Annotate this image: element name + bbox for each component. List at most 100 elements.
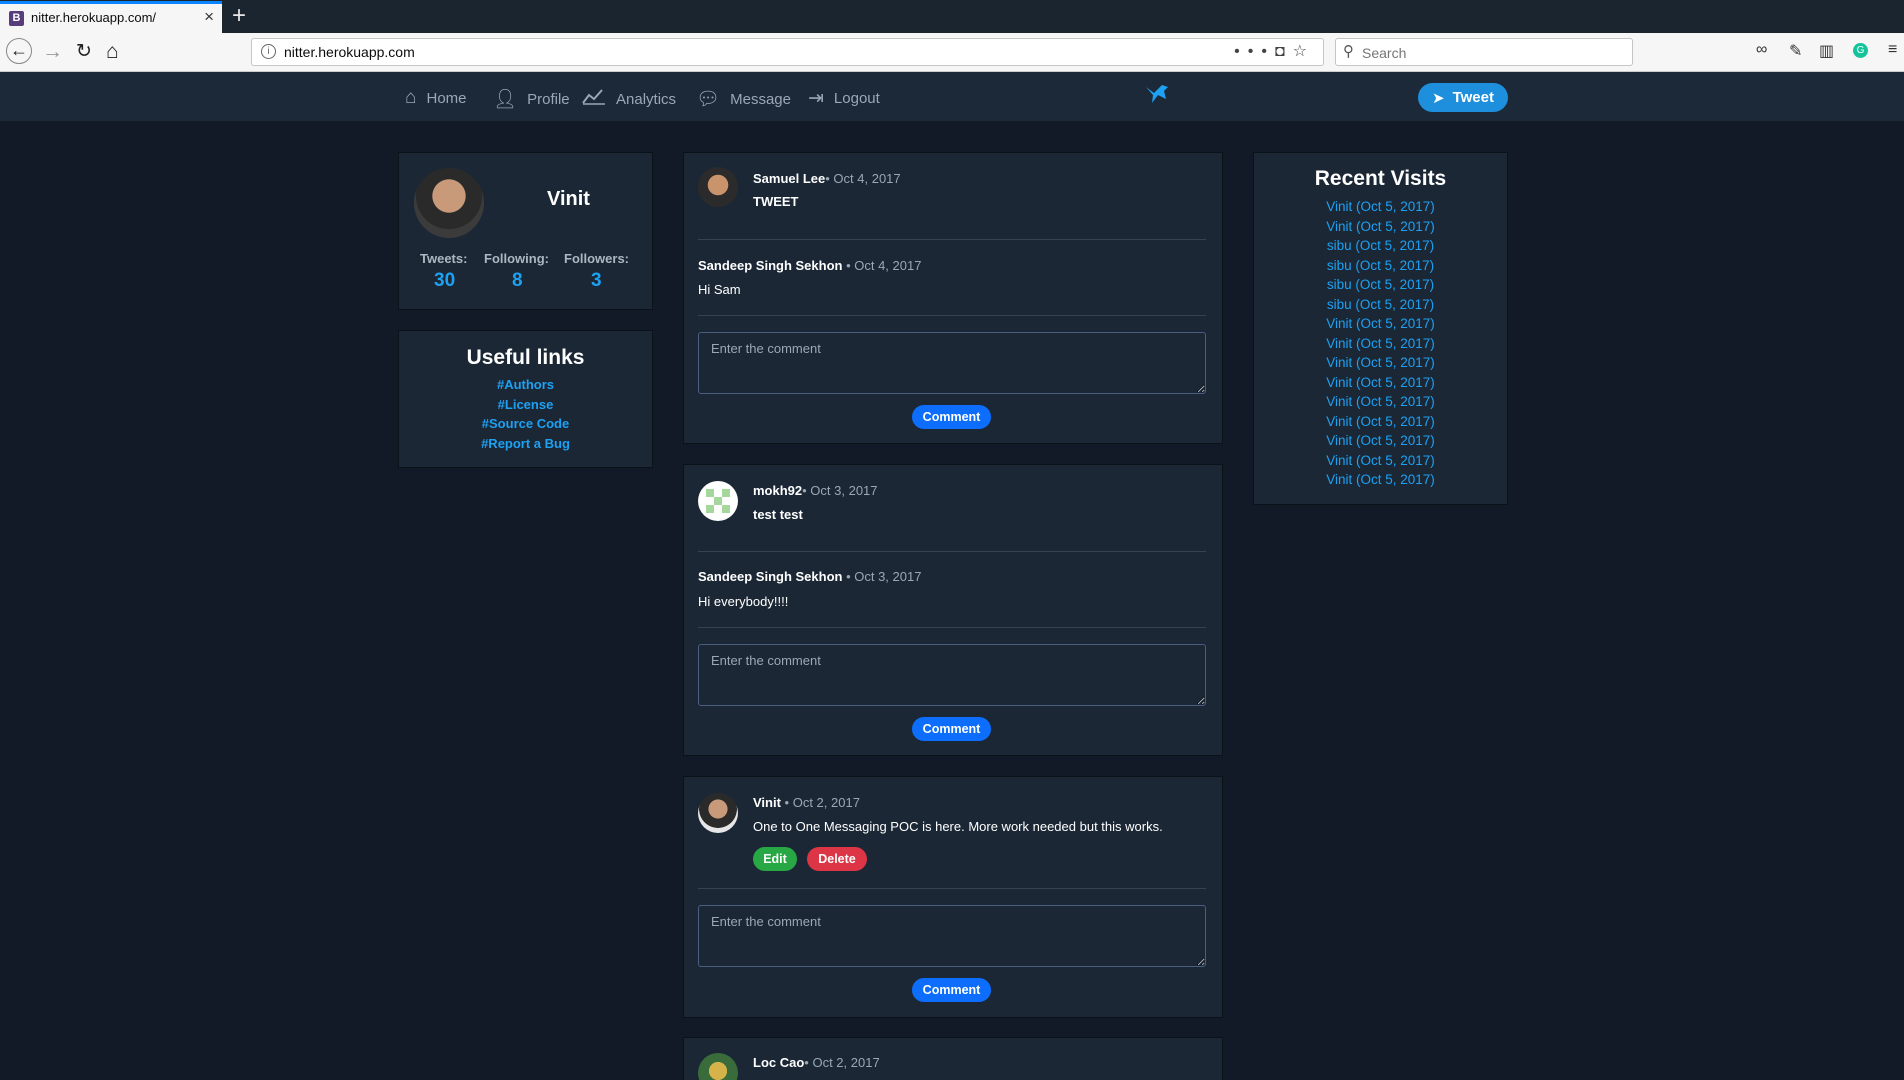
author-avatar[interactable] [698, 481, 738, 521]
delete-button[interactable]: Delete [807, 847, 867, 871]
reload-icon[interactable]: ↻ [76, 39, 92, 65]
useful-links-list: #Authors #License #Source Code #Report a… [399, 375, 652, 453]
tweet-text: TWEET [753, 194, 799, 209]
profile-card: Vinit Tweets: Following: Followers: 30 8… [398, 152, 653, 310]
nav-home[interactable]: ⌂ Home [405, 87, 467, 109]
tweet-text: One to One Messaging POC is here. More w… [753, 819, 1163, 834]
followers-count[interactable]: 3 [591, 270, 602, 292]
nav-home-label: Home [426, 89, 467, 107]
browser-toolbar: ← → ↻ ⌂ i nitter.herokuapp.com •••◘☆ ⚲ ∞… [0, 33, 1904, 72]
tweets-label: Tweets: [420, 251, 468, 266]
home-browser-icon[interactable]: ⌂ [106, 39, 119, 65]
visit-item[interactable]: sibu (Oct 5, 2017) [1254, 275, 1507, 295]
nav-profile-label: Profile [527, 90, 570, 108]
comment-date: • Oct 3, 2017 [842, 569, 922, 584]
close-tab-icon[interactable]: × [204, 7, 214, 27]
visit-item[interactable]: sibu (Oct 5, 2017) [1254, 295, 1507, 315]
home-icon: ⌂ [405, 87, 417, 108]
visit-item[interactable]: Vinit (Oct 5, 2017) [1254, 451, 1507, 471]
divider [698, 627, 1206, 628]
visit-item[interactable]: Vinit (Oct 5, 2017) [1254, 314, 1507, 334]
wrench-icon[interactable]: ✎ [1789, 41, 1802, 61]
comment-author[interactable]: Sandeep Singh Sekhon [698, 258, 842, 273]
post-date: • Oct 4, 2017 [825, 171, 901, 186]
nav-profile[interactable]: 👤︎ Profile [493, 87, 570, 111]
send-icon: ➤ [1432, 89, 1445, 107]
url-bar[interactable]: i nitter.herokuapp.com •••◘☆ [251, 38, 1324, 66]
tweet-card: Vinit • Oct 2, 2017 One to One Messaging… [683, 776, 1223, 1018]
author-name[interactable]: Vinit [753, 795, 781, 810]
link-source-code[interactable]: #Source Code [399, 414, 652, 434]
comment-button[interactable]: Comment [912, 405, 991, 429]
visit-item[interactable]: Vinit (Oct 5, 2017) [1254, 353, 1507, 373]
visit-item[interactable]: Vinit (Oct 5, 2017) [1254, 334, 1507, 354]
tweets-count[interactable]: 30 [434, 270, 455, 292]
mask-icon[interactable]: ∞ [1756, 41, 1767, 59]
useful-links-title: Useful links [466, 346, 585, 369]
comment-text: Hi Sam [698, 282, 741, 297]
visit-item[interactable]: Vinit (Oct 5, 2017) [1254, 412, 1507, 432]
favicon-icon: B [9, 11, 24, 26]
author-name[interactable]: Samuel Lee [753, 171, 825, 186]
browser-tab-strip: B nitter.herokuapp.com/ × + [0, 0, 1904, 33]
nav-analytics[interactable]: Analytics [582, 87, 676, 111]
author-avatar[interactable] [698, 167, 738, 207]
comment-author[interactable]: Sandeep Singh Sekhon [698, 569, 842, 584]
pocket-icon[interactable]: ◘ [1275, 43, 1293, 60]
bird-logo-icon[interactable] [1144, 83, 1170, 112]
comment-input[interactable] [698, 905, 1206, 967]
browser-search-input[interactable] [1360, 42, 1624, 64]
grammarly-icon[interactable]: G [1853, 43, 1868, 58]
nav-message[interactable]: 💬︎ Message [696, 87, 791, 111]
edit-button[interactable]: Edit [753, 847, 797, 871]
nav-analytics-label: Analytics [616, 90, 677, 108]
visit-item[interactable]: sibu (Oct 5, 2017) [1254, 256, 1507, 276]
visit-item[interactable]: Vinit (Oct 5, 2017) [1254, 470, 1507, 490]
tweet-text: test test [753, 507, 803, 522]
tweet-button-label: Tweet [1452, 89, 1494, 106]
comment-input[interactable] [698, 332, 1206, 394]
info-icon[interactable]: i [261, 44, 276, 59]
profile-name[interactable]: Vinit [547, 188, 590, 211]
link-report-bug[interactable]: #Report a Bug [399, 434, 652, 454]
divider [698, 888, 1206, 889]
tweet-button[interactable]: ➤ Tweet [1418, 83, 1508, 112]
browser-search-box[interactable]: ⚲ [1335, 38, 1633, 66]
post-date: • Oct 3, 2017 [802, 483, 878, 498]
tweet-card: Samuel Lee• Oct 4, 2017 TWEET Sandeep Si… [683, 152, 1223, 444]
comment-date: • Oct 4, 2017 [842, 258, 922, 273]
line-chart-icon [582, 87, 606, 111]
profile-avatar[interactable] [414, 168, 484, 238]
comment-input[interactable] [698, 644, 1206, 706]
back-icon[interactable]: ← [6, 38, 32, 64]
tweet-card: mokh92• Oct 3, 2017 test test Sandeep Si… [683, 464, 1223, 756]
author-name[interactable]: mokh92 [753, 483, 802, 498]
comment-button[interactable]: Comment [912, 978, 991, 1002]
recent-visits-list: Vinit (Oct 5, 2017) Vinit (Oct 5, 2017) … [1254, 197, 1507, 490]
visit-item[interactable]: Vinit (Oct 5, 2017) [1254, 197, 1507, 217]
menu-icon[interactable]: ≡ [1888, 41, 1897, 59]
browser-tab[interactable]: B nitter.herokuapp.com/ × [0, 1, 222, 33]
visit-item[interactable]: Vinit (Oct 5, 2017) [1254, 217, 1507, 237]
visit-item[interactable]: Vinit (Oct 5, 2017) [1254, 431, 1507, 451]
logout-icon: ⇥ [808, 88, 824, 109]
divider [698, 239, 1206, 240]
page-actions-icon[interactable]: ••• [1234, 43, 1275, 60]
visit-item[interactable]: sibu (Oct 5, 2017) [1254, 236, 1507, 256]
comment-button[interactable]: Comment [912, 717, 991, 741]
link-authors[interactable]: #Authors [399, 375, 652, 395]
bookmark-star-icon[interactable]: ☆ [1293, 43, 1315, 60]
author-avatar[interactable] [698, 793, 738, 833]
visit-item[interactable]: Vinit (Oct 5, 2017) [1254, 392, 1507, 412]
nav-logout[interactable]: ⇥ Logout [808, 87, 880, 110]
following-count[interactable]: 8 [512, 270, 523, 292]
forward-icon[interactable]: → [42, 39, 63, 65]
author-name[interactable]: Loc Cao [753, 1055, 804, 1070]
visit-item[interactable]: Vinit (Oct 5, 2017) [1254, 373, 1507, 393]
link-license[interactable]: #License [399, 395, 652, 415]
user-icon: 👤︎ [493, 89, 518, 110]
sidebar-icon[interactable]: ▥ [1819, 41, 1834, 61]
post-date: • Oct 2, 2017 [804, 1055, 880, 1070]
author-avatar[interactable] [698, 1053, 738, 1080]
new-tab-icon[interactable]: + [232, 2, 246, 30]
